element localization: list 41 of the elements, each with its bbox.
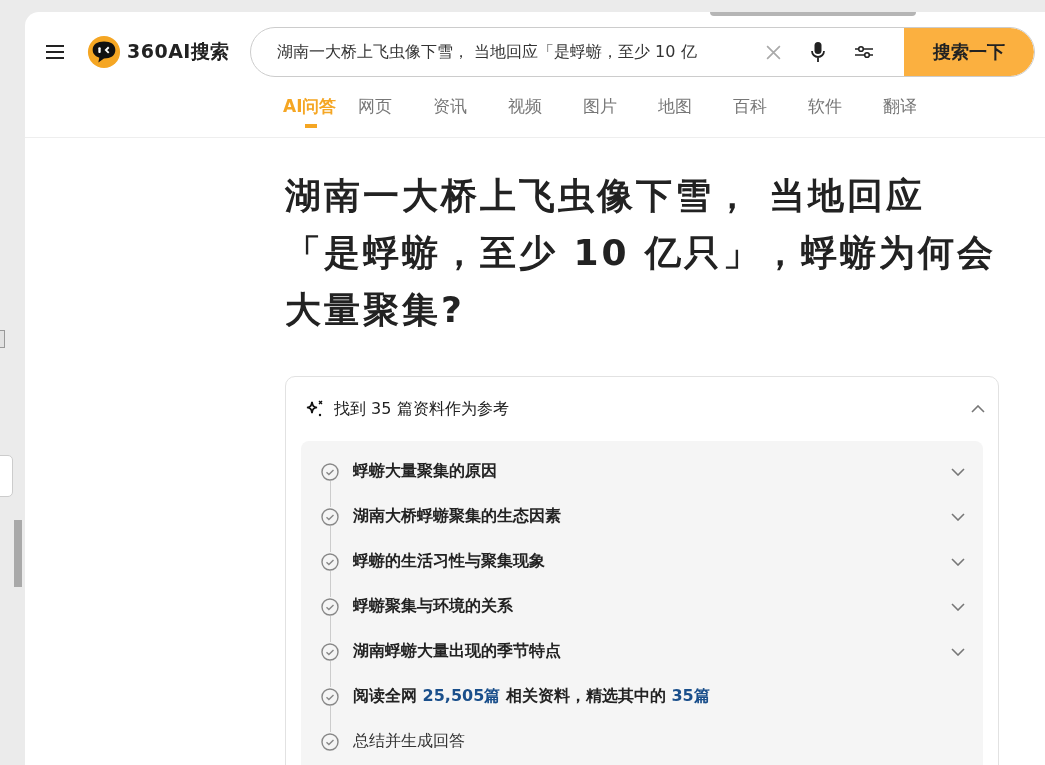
brand-name[interactable]: 360AI搜索 <box>127 39 230 65</box>
question-title: 湖南一大桥上飞虫像下雪， 当地回应「是蜉蝣，至少 10 亿只」，蜉蝣为何会大量聚集? <box>285 174 998 332</box>
check-circle-icon <box>321 732 339 751</box>
scrollbar-thumb[interactable] <box>14 520 22 587</box>
sliders-icon[interactable] <box>854 44 874 60</box>
check-circle-icon <box>321 687 339 706</box>
scrollbar-thumb[interactable] <box>710 12 916 16</box>
expand-icon[interactable] <box>951 557 965 566</box>
nav-tab[interactable]: 翻译 <box>880 86 955 128</box>
expand-icon[interactable] <box>951 647 965 656</box>
check-circle-icon <box>321 552 339 571</box>
menu-icon[interactable] <box>45 44 65 60</box>
step-text[interactable]: 蜉蝣聚集与环境的关系 <box>353 596 951 617</box>
panel-edge <box>0 330 5 348</box>
step-text[interactable]: 蜉蝣大量聚集的原因 <box>353 461 951 482</box>
nav-tab[interactable]: 百科 <box>730 86 805 128</box>
nav-tab[interactable]: 软件 <box>805 86 880 128</box>
references-title: 找到 35 篇资料作为参考 <box>334 398 510 420</box>
expand-icon[interactable] <box>951 512 965 521</box>
nav-tab[interactable]: 网页 <box>355 86 430 128</box>
check-circle-icon <box>321 642 339 661</box>
check-circle-icon <box>321 507 339 526</box>
step-text[interactable]: 湖南蜉蝣大量出现的季节特点 <box>353 641 951 662</box>
nav-tab[interactable]: 资讯 <box>430 86 505 128</box>
step-text: 总结并生成回答 <box>353 731 466 752</box>
close-icon[interactable] <box>765 43 782 61</box>
nav-tab[interactable]: 地图 <box>655 86 730 128</box>
check-circle-icon <box>321 597 339 616</box>
check-circle-icon <box>321 462 339 481</box>
step-text: 阅读全网 25,505篇 相关资料，精选其中的 35篇 <box>353 686 711 707</box>
microphone-icon[interactable] <box>810 41 826 63</box>
search-button[interactable]: 搜索一下 <box>904 28 1034 76</box>
logo-icon[interactable] <box>87 35 121 69</box>
step-text[interactable]: 湖南大桥蜉蝣聚集的生态因素 <box>353 506 951 527</box>
expand-icon[interactable] <box>951 467 965 476</box>
sparkle-icon <box>304 399 324 419</box>
nav-tab[interactable]: 视频 <box>505 86 580 128</box>
collapse-icon[interactable] <box>971 405 985 413</box>
step-text[interactable]: 蜉蝣的生活习性与聚集现象 <box>353 551 951 572</box>
nav-tab[interactable]: 图片 <box>580 86 655 128</box>
expand-icon[interactable] <box>951 602 965 611</box>
